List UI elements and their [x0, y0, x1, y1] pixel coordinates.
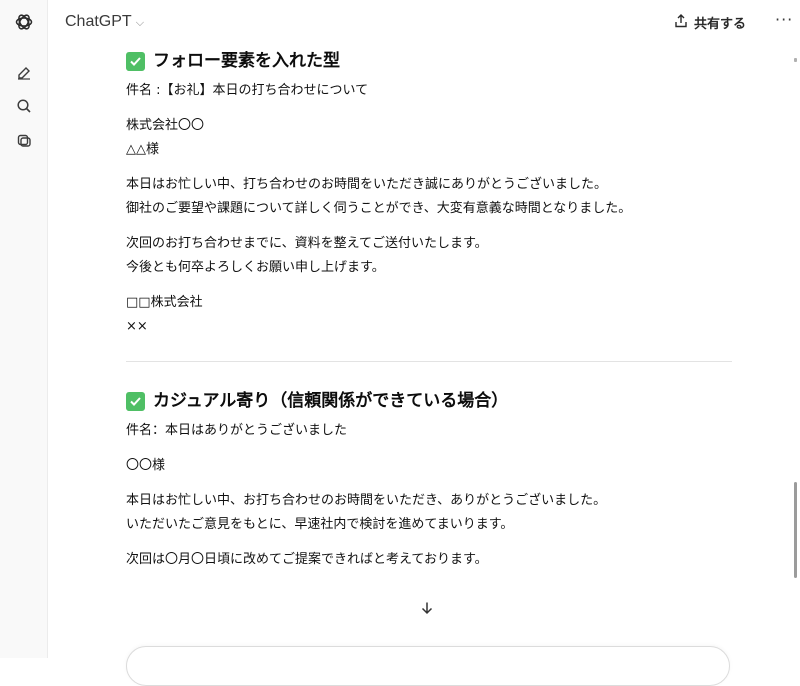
model-selector[interactable]: ChatGPT ⌵ — [65, 13, 144, 31]
email-recipient: △△様 — [126, 142, 159, 157]
section-title: カジュアル寄り（信頼関係ができている場合） — [153, 391, 509, 411]
more-options-button[interactable]: ··· — [775, 10, 793, 29]
search-icon[interactable] — [12, 94, 36, 118]
email-body-line: 次回は〇月〇日頃に改めてご提案できればと考えております。 — [126, 552, 488, 567]
email-body-line: 今後とも何卒よろしくお願い申し上げます。 — [126, 260, 385, 275]
scroll-to-bottom-button[interactable] — [414, 597, 440, 623]
message-composer[interactable] — [126, 646, 730, 686]
message-content: フォロー要素を入れた型 件名 :【お礼】本日の打ち合わせについて 株式会社〇〇 … — [126, 48, 732, 572]
section-title: フォロー要素を入れた型 — [153, 51, 340, 71]
edit-icon[interactable] — [12, 61, 36, 85]
section-heading-follow: フォロー要素を入れた型 — [126, 48, 732, 74]
email-body-line: 本日はお忙しい中、お打ち合わせのお時間をいただき、ありがとうございました。 — [126, 493, 607, 508]
check-mark-icon — [126, 391, 145, 411]
chevron-down-icon: ⌵ — [135, 16, 145, 29]
email-body-line: いただいたご意見をもとに、早速社内で検討を進めてまいります。 — [126, 517, 514, 532]
arrow-down-icon — [420, 601, 434, 619]
model-name-label: ChatGPT — [65, 13, 132, 30]
email-subject: 件名：本日はありがとうございました — [126, 423, 348, 438]
share-label: 共有する — [694, 17, 747, 32]
scrollbar-top-marker — [794, 58, 797, 62]
scrollbar-thumb[interactable] — [794, 482, 797, 578]
section-divider — [126, 361, 732, 362]
sidebar-rail — [0, 0, 48, 658]
email-body-line: 本日はお忙しい中、打ち合わせのお時間をいただき誠にありがとうございました。 — [126, 177, 608, 192]
email-company: 株式会社〇〇 — [126, 118, 205, 133]
sender-name: ×× — [126, 319, 148, 334]
email-recipient: 〇〇様 — [126, 458, 166, 473]
openai-logo-icon[interactable] — [12, 10, 36, 34]
email-subject: 件名 :【お礼】本日の打ち合わせについて — [126, 83, 369, 98]
section-heading-casual: カジュアル寄り（信頼関係ができている場合） — [126, 388, 732, 414]
library-icon[interactable] — [12, 128, 36, 152]
share-button[interactable]: 共有する — [674, 13, 746, 32]
email-body-line: 御社のご要望や課題について詳しく伺うことができ、大変有意義な時間となりました。 — [126, 201, 632, 216]
check-mark-icon — [126, 51, 145, 71]
sender-company: □□株式会社 — [126, 295, 203, 310]
top-header: ChatGPT ⌵ 共有する ··· — [48, 0, 800, 48]
share-icon — [674, 13, 688, 32]
email-body-line: 次回のお打ち合わせまでに、資料を整えてご送付いたします。 — [126, 236, 488, 251]
